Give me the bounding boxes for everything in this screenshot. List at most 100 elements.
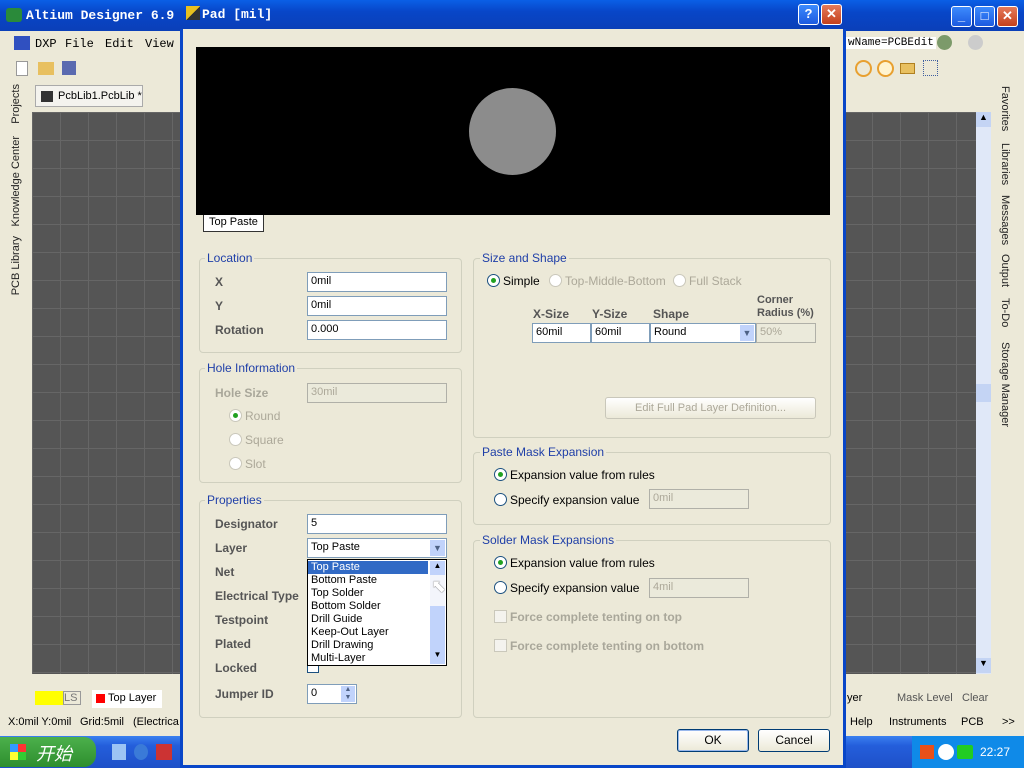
forward-icon[interactable] — [968, 35, 983, 50]
col-shape: Shape — [653, 307, 690, 321]
tent-bottom-checkbox[interactable] — [494, 639, 507, 652]
status-help[interactable]: Help — [850, 716, 873, 728]
tent-top-checkbox[interactable] — [494, 610, 507, 623]
pad-preview — [196, 47, 830, 215]
layer-option[interactable]: Top Paste — [308, 561, 428, 574]
help-button[interactable]: ? — [798, 4, 819, 25]
solder-value-input[interactable]: 4mil — [649, 578, 749, 598]
dropdown-scroll-down-icon[interactable]: ▼ — [430, 650, 445, 664]
layer-option[interactable]: Bottom Paste — [308, 574, 428, 587]
quicklaunch-app-icon[interactable] — [156, 744, 172, 760]
tray-record-icon[interactable] — [957, 745, 973, 759]
edit-full-pad-layer-button[interactable]: Edit Full Pad Layer Definition... — [605, 397, 816, 419]
layer-option[interactable]: Bottom Solder — [308, 600, 428, 613]
panel-messages[interactable]: Messages — [999, 195, 1011, 245]
maximize-button[interactable]: □ — [974, 6, 995, 27]
dropdown-scroll-up-icon[interactable]: ▲ — [430, 561, 445, 575]
rotation-input[interactable]: 0.000 — [307, 320, 447, 340]
ls-button[interactable]: LS — [63, 691, 81, 705]
menu-view[interactable]: View — [145, 37, 174, 51]
solder-specify-radio[interactable] — [494, 581, 507, 594]
corner-radius-input[interactable]: 50% — [756, 323, 816, 343]
hole-slot-radio[interactable] — [229, 457, 242, 470]
panel-pcb-library[interactable]: PCB Library — [10, 236, 22, 295]
close-button[interactable]: ✕ — [997, 6, 1018, 27]
mode-fullstack-radio[interactable] — [673, 274, 686, 287]
dropdown-scroll-thumb[interactable] — [430, 606, 445, 650]
status-instruments[interactable]: Instruments — [889, 716, 946, 728]
view-combo[interactable]: wName=PCBEdit — [846, 37, 936, 49]
panel-storage-manager[interactable]: Storage Manager — [999, 342, 1011, 427]
jumper-id-stepper[interactable]: 0 ▲ ▼ — [307, 684, 357, 704]
shape-chevron-down-icon[interactable]: ▼ — [740, 325, 754, 341]
layer-tab-partial[interactable]: yer — [847, 692, 862, 704]
status-more[interactable]: >> — [1002, 716, 1015, 728]
layer-color-swatch[interactable] — [35, 691, 63, 705]
panel-knowledge-center[interactable]: Knowledge Center — [10, 136, 22, 227]
layer-select[interactable]: Top Paste ▼ — [307, 538, 447, 558]
panel-projects[interactable]: Projects — [10, 84, 22, 124]
x-input[interactable]: 0mil — [307, 272, 447, 292]
stepper-arrows-icon[interactable]: ▲ ▼ — [341, 686, 355, 702]
quicklaunch-ie-icon[interactable] — [134, 744, 148, 760]
x-size-input[interactable]: 60mil — [532, 323, 591, 343]
scroll-down-icon[interactable]: ▼ — [976, 658, 991, 673]
layer-option[interactable]: Top Solder — [308, 587, 428, 600]
clear-button[interactable]: Clear — [962, 692, 988, 704]
minimize-button[interactable]: _ — [951, 6, 972, 27]
ok-button[interactable]: OK — [677, 729, 749, 752]
designator-input[interactable]: 5 — [307, 514, 447, 534]
layer-label: Layer — [215, 541, 248, 555]
menu-edit[interactable]: Edit — [105, 37, 134, 51]
cancel-button[interactable]: Cancel — [758, 729, 830, 752]
layer-option[interactable]: Multi-Layer — [308, 652, 428, 665]
panel-favorites[interactable]: Favorites — [999, 86, 1011, 131]
hole-round-radio[interactable] — [229, 409, 242, 422]
shape-select[interactable]: Round ▼ — [650, 323, 756, 343]
y-size-input[interactable]: 60mil — [591, 323, 650, 343]
vertical-scrollbar[interactable]: ▲ ▼ — [976, 112, 991, 674]
hole-size-input[interactable]: 30mil — [307, 383, 447, 403]
y-input[interactable]: 0mil — [307, 296, 447, 316]
paste-specify-radio[interactable] — [494, 493, 507, 506]
open-icon[interactable] — [38, 62, 54, 75]
new-icon[interactable] — [16, 61, 28, 76]
dialog-titlebar[interactable]: Pad [mil] ? ✕ — [180, 0, 846, 29]
hole-square-radio[interactable] — [229, 433, 242, 446]
layer-option[interactable]: Drill Drawing — [308, 639, 428, 652]
start-button[interactable]: 开始 — [0, 737, 96, 767]
tray-arrow-icon[interactable] — [938, 744, 954, 760]
preview-tab-top-paste[interactable]: Top Paste — [203, 215, 264, 232]
panel-output[interactable]: Output — [999, 254, 1011, 287]
arc-icon[interactable] — [855, 60, 872, 77]
chevron-down-icon[interactable]: ▼ — [430, 540, 445, 556]
paste-rules-radio[interactable] — [494, 468, 507, 481]
paste-value-input[interactable]: 0mil — [649, 489, 749, 509]
circle-icon[interactable] — [877, 60, 894, 77]
array-icon[interactable] — [923, 60, 938, 76]
save-icon[interactable] — [62, 61, 76, 75]
mask-level-button[interactable]: Mask Level — [897, 692, 953, 704]
layer-option[interactable]: Drill Guide — [308, 613, 428, 626]
menu-dxp[interactable]: DXP — [35, 37, 57, 51]
layer-tab-top[interactable]: Top Layer — [92, 690, 162, 708]
mode-tmb-radio[interactable] — [549, 274, 562, 287]
dialog-close-button[interactable]: ✕ — [821, 4, 842, 25]
quicklaunch-desktop-icon[interactable] — [112, 744, 126, 760]
solder-rules-radio[interactable] — [494, 556, 507, 569]
scroll-thumb[interactable] — [976, 384, 991, 402]
layer-option[interactable]: Keep-Out Layer — [308, 626, 428, 639]
scroll-up-icon[interactable]: ▲ — [976, 112, 991, 127]
doc-tab[interactable]: PcbLib1.PcbLib * — [35, 85, 143, 107]
fill-icon[interactable] — [900, 63, 915, 74]
panel-todo[interactable]: To-Do — [999, 298, 1011, 327]
jumper-id-label: Jumper ID — [215, 687, 274, 701]
status-pcb[interactable]: PCB — [961, 716, 984, 728]
hole-slot-label: Slot — [245, 457, 266, 471]
mode-simple-radio[interactable] — [487, 274, 500, 287]
back-icon[interactable] — [937, 35, 952, 50]
designator-label: Designator — [215, 517, 278, 531]
tray-s-icon[interactable] — [920, 745, 934, 759]
panel-libraries[interactable]: Libraries — [999, 143, 1011, 185]
menu-file[interactable]: File — [65, 37, 94, 51]
